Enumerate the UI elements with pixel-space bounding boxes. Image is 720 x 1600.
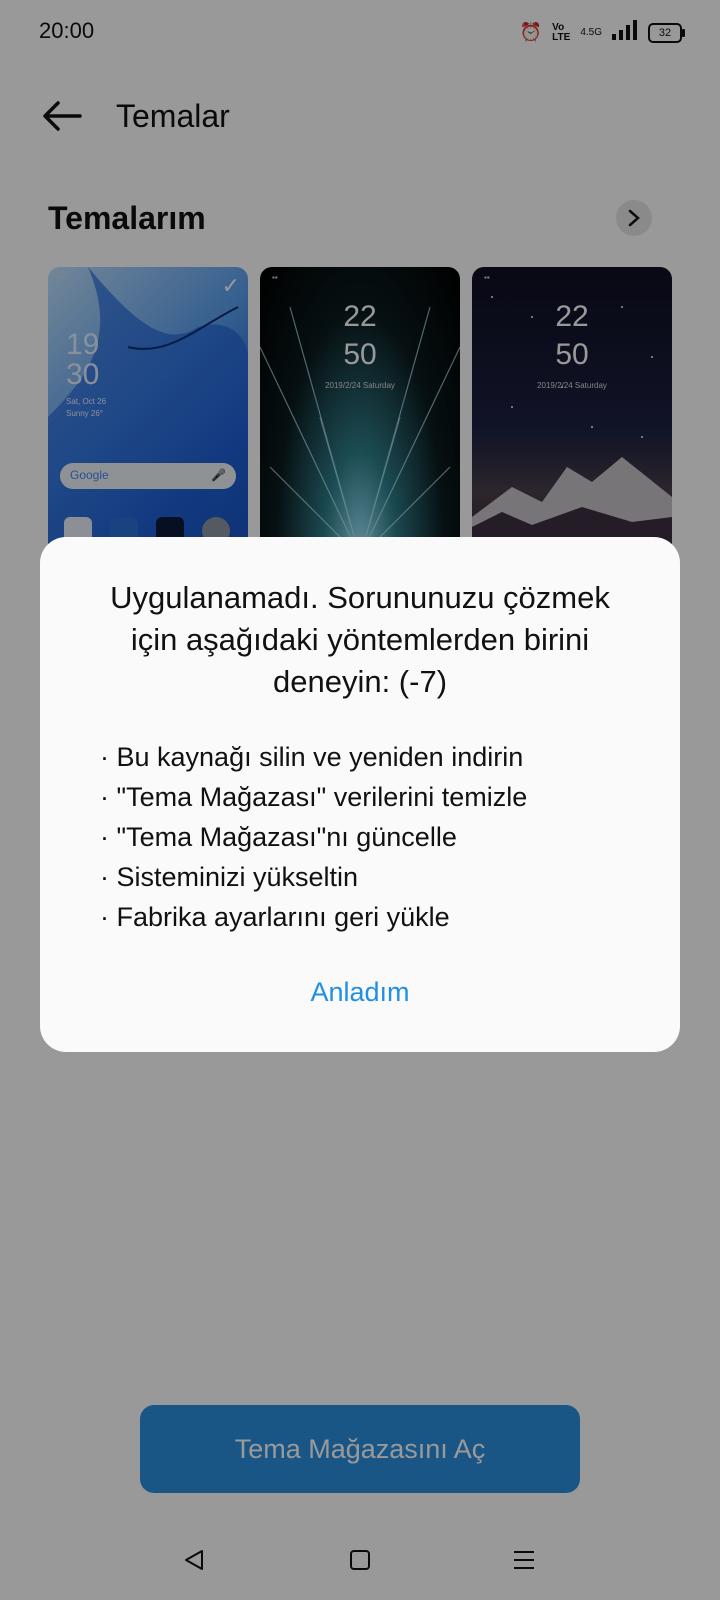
error-dialog: Uygulanamadı. Sorununuzu çözmek için aşa…	[40, 537, 680, 1052]
dialog-message: Uygulanamadı. Sorununuzu çözmek için aşa…	[110, 580, 610, 699]
solution-item: · "Tema Mağazası"nı güncelle	[100, 822, 457, 852]
solution-item: · "Tema Mağazası" verilerini temizle	[100, 782, 528, 812]
solution-item: · Bu kaynağı silin ve yeniden indirin	[100, 742, 524, 772]
dialog-solution-list: · Bu kaynağı silin ve yeniden indirin · …	[100, 737, 640, 937]
solution-item: · Sisteminizi yükseltin	[100, 862, 359, 892]
got-it-button[interactable]: Anladım	[40, 977, 680, 1008]
solution-item: · Fabrika ayarlarını geri yükle	[100, 902, 450, 932]
